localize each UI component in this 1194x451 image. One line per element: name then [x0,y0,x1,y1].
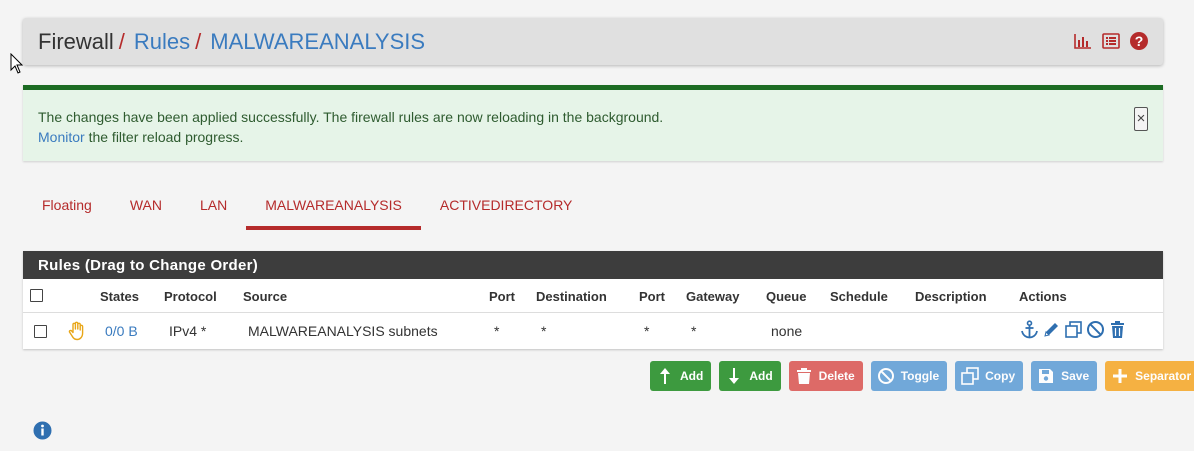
table-row[interactable]: 0/0 B IPv4 * MALWAREANALYSIS subnets * *… [23,313,1163,349]
list-icon[interactable] [1101,31,1121,51]
col-schedule: Schedule [830,289,888,304]
source-port-value: * [494,323,500,339]
queue-value: none [771,323,803,339]
pencil-icon[interactable] [1042,320,1061,339]
delete-label: Delete [818,369,855,383]
add-bottom-label: Add [749,369,773,383]
col-destination: Destination [536,289,607,304]
mouse-cursor-icon [10,53,24,74]
alert-message: The changes have been applied successful… [38,109,664,125]
col-actions: Actions [1019,289,1067,304]
copy-button[interactable]: Copy [955,361,1024,391]
destination-value: * [541,323,547,339]
breadcrumb-interface-link[interactable]: MALWAREANALYSIS [210,29,425,55]
destination-port-value: * [644,323,650,339]
monitor-link[interactable]: Monitor [38,129,85,145]
states-link[interactable]: 0/0 B [105,323,138,339]
tab-wan[interactable]: WAN [111,185,181,230]
info-icon[interactable] [33,421,52,440]
delete-button[interactable]: Delete [788,361,863,391]
arrow-up-icon [656,367,674,385]
success-alert: The changes have been applied successful… [23,85,1163,161]
toggle-button[interactable]: Toggle [870,361,948,391]
col-source: Source [243,289,288,304]
add-rule-top-button[interactable]: Add [650,361,712,391]
col-source-port: Port [489,289,515,304]
panel-title: Rules (Drag to Change Order) [23,251,1163,279]
add-separator-button[interactable]: Separator [1105,361,1194,391]
tab-activedirectory[interactable]: ACTIVEDIRECTORY [421,185,592,230]
breadcrumb-separator: / [195,28,202,54]
save-icon [1037,367,1055,385]
copy-icon[interactable] [1064,320,1083,339]
page-header: Firewall / Rules / MALWAREANALYSIS ? [23,18,1163,65]
copy-icon [961,367,979,385]
svg-text:?: ? [1135,33,1144,49]
tab-malwareanalysis[interactable]: MALWAREANALYSIS [246,185,421,230]
breadcrumb: Firewall / Rules / MALWAREANALYSIS [38,29,425,55]
disable-icon[interactable] [1086,320,1105,339]
save-label: Save [1061,369,1090,383]
tab-lan[interactable]: LAN [181,185,246,230]
hand-icon[interactable] [68,321,86,341]
col-destination-port: Port [639,289,665,304]
col-queue: Queue [766,289,807,304]
col-states: States [100,289,140,304]
source-value: MALWAREANALYSIS subnets [248,323,438,339]
close-alert-button[interactable]: × [1134,107,1148,131]
table-header: States Protocol Source Port Destination … [23,279,1163,313]
interface-tabs: Floating WAN LAN MALWAREANALYSIS ACTIVED… [23,185,591,230]
separator-label: Separator [1135,369,1192,383]
add-top-label: Add [680,369,704,383]
rule-actions-toolbar: Add Add Delete Toggle Copy Save Separato… [650,361,1194,391]
alert-second-line-text: the filter reload progress. [84,129,244,145]
breadcrumb-firewall: Firewall [38,28,114,54]
gateway-value: * [691,323,697,339]
protocol-value: IPv4 * [169,323,207,339]
anchor-icon[interactable] [1020,320,1039,339]
col-description: Description [915,289,987,304]
save-button[interactable]: Save [1031,361,1098,391]
add-rule-bottom-button[interactable]: Add [719,361,781,391]
col-gateway: Gateway [686,289,740,304]
tab-floating[interactable]: Floating [23,185,111,230]
copy-label: Copy [985,369,1016,383]
breadcrumb-rules-link[interactable]: Rules [134,29,190,55]
trash-icon [795,367,813,385]
row-actions [1020,320,1127,339]
rules-panel: Rules (Drag to Change Order) States Prot… [23,251,1163,349]
breadcrumb-separator: / [118,28,125,54]
trash-icon[interactable] [1108,320,1127,339]
toggle-label: Toggle [900,369,940,383]
select-all-checkbox[interactable] [30,289,43,302]
col-protocol: Protocol [164,289,217,304]
alert-second-line: Monitor the filter reload progress. [38,127,1148,147]
arrow-down-icon [725,367,743,385]
plus-icon [1111,367,1129,385]
disable-icon [877,367,895,385]
bar-chart-icon[interactable] [1073,31,1093,51]
help-icon[interactable]: ? [1129,31,1149,51]
row-select-checkbox[interactable] [34,325,47,338]
